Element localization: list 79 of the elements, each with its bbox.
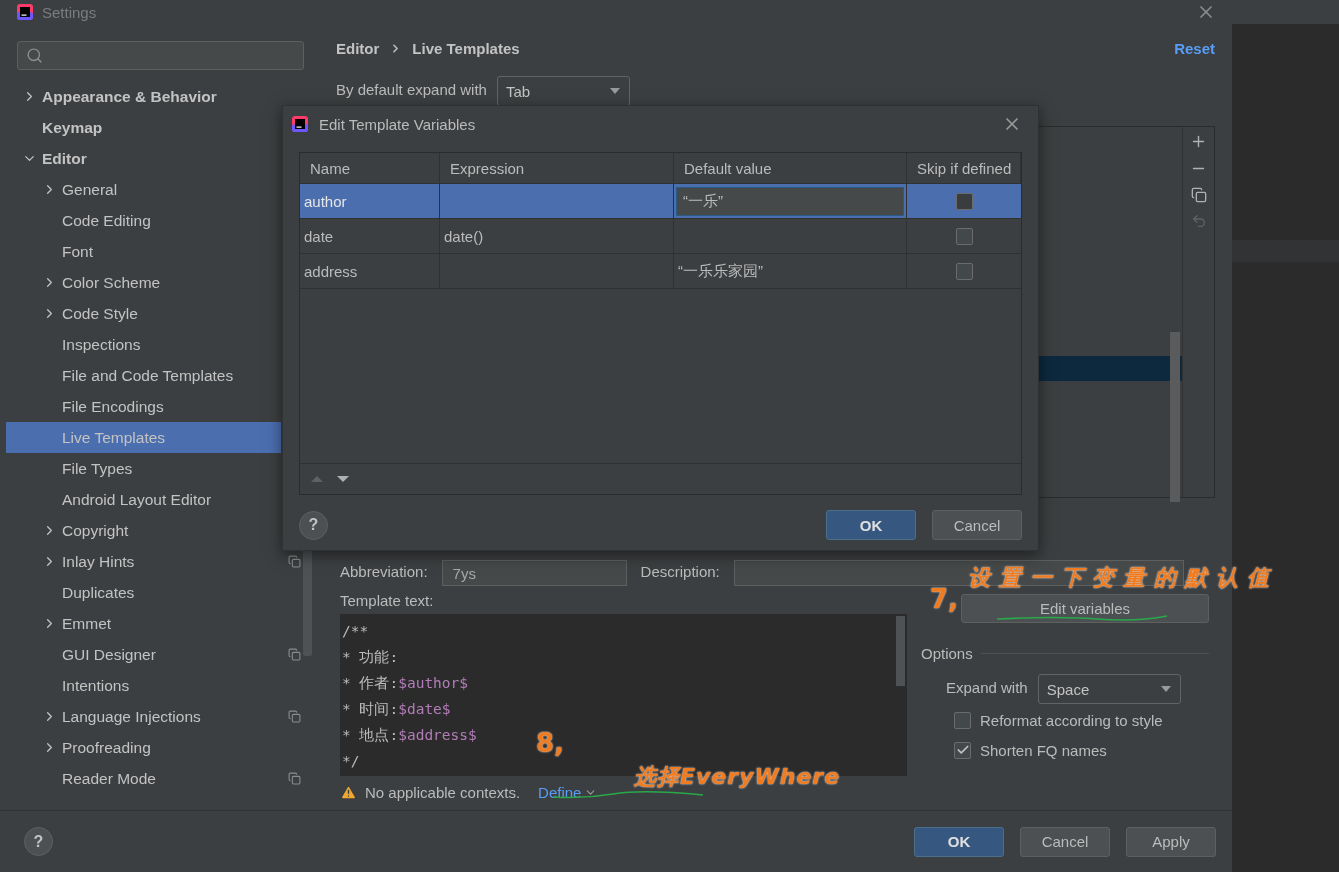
sidebar-item[interactable]: File Types bbox=[6, 453, 281, 484]
breadcrumb-item: Live Templates bbox=[412, 39, 520, 57]
section-title: Options bbox=[921, 645, 973, 662]
field-label: Template text: bbox=[340, 592, 435, 611]
sidebar-item[interactable]: Code Editing bbox=[6, 205, 281, 236]
sidebar-item[interactable]: Editor bbox=[6, 143, 281, 174]
table-row[interactable]: author “一乐” bbox=[300, 184, 1021, 219]
table-row[interactable]: address “一乐乐家园” bbox=[300, 254, 1021, 289]
sidebar-item[interactable]: Inlay Hints bbox=[6, 546, 281, 577]
warning-icon bbox=[340, 783, 357, 801]
annotation-number: 8, bbox=[536, 728, 564, 758]
sidebar-item[interactable]: Inspections bbox=[6, 329, 281, 360]
annotation-text: 设置一下变量的默认值 bbox=[968, 565, 1278, 590]
copy-icon[interactable] bbox=[1190, 187, 1207, 203]
field-label: Expand with bbox=[946, 679, 1028, 698]
sidebar-item[interactable]: GUI Designer bbox=[6, 639, 281, 670]
field-label: Abbreviation: bbox=[340, 563, 428, 582]
add-icon[interactable] bbox=[1190, 133, 1207, 150]
default-value-field[interactable]: “一乐” bbox=[676, 186, 904, 216]
checkbox-label: Shorten FQ names bbox=[980, 741, 1107, 759]
edit-variables-button[interactable]: Edit variables bbox=[961, 594, 1209, 623]
sidebar-item[interactable]: Keymap bbox=[6, 112, 281, 143]
dialog-button[interactable]: Cancel bbox=[1020, 826, 1110, 857]
sidebar-item[interactable]: Emmet bbox=[6, 608, 281, 639]
sidebar-item[interactable]: File Encodings bbox=[6, 391, 281, 422]
table-cell: date bbox=[300, 219, 440, 253]
sidebar-item[interactable]: Font bbox=[6, 236, 281, 267]
checkbox[interactable] bbox=[955, 227, 973, 245]
table-cell: date() bbox=[440, 219, 674, 253]
abbreviation-field[interactable]: 7ys bbox=[441, 560, 627, 586]
checkbox[interactable] bbox=[954, 711, 971, 729]
sidebar-item[interactable]: Reader Mode bbox=[6, 763, 281, 794]
sidebar-item[interactable]: Intentions bbox=[6, 670, 281, 701]
checkbox-label: Reformat according to style bbox=[980, 711, 1163, 729]
table-cell: address bbox=[300, 254, 440, 288]
reset-link[interactable]: Reset bbox=[1174, 39, 1215, 57]
dropdown-caret-icon bbox=[608, 87, 621, 95]
scrollbar-thumb[interactable] bbox=[896, 616, 905, 686]
sidebar-item[interactable]: Appearance & Behavior bbox=[6, 81, 281, 112]
sidebar-item[interactable]: Proofreading bbox=[6, 732, 281, 763]
sidebar-item[interactable]: Duplicates bbox=[6, 577, 281, 608]
dialog-button[interactable]: OK bbox=[914, 826, 1004, 857]
expand-with-dropdown[interactable]: Space bbox=[1037, 674, 1181, 704]
sidebar-item[interactable]: General bbox=[6, 174, 281, 205]
help-button[interactable]: ? bbox=[299, 510, 328, 540]
sidebar-item[interactable]: Copyright bbox=[6, 515, 281, 546]
annotation-number: 7, bbox=[930, 584, 958, 614]
field-label: By default expand with bbox=[336, 81, 487, 100]
move-up-icon[interactable] bbox=[310, 475, 324, 483]
field-label: Description: bbox=[640, 563, 720, 582]
sidebar-item[interactable]: Color Scheme bbox=[6, 267, 281, 298]
warning-text: No applicable contexts. bbox=[365, 783, 521, 801]
table-cell: author bbox=[300, 184, 440, 218]
define-link[interactable]: Define bbox=[538, 783, 598, 801]
move-down-icon[interactable] bbox=[336, 475, 350, 483]
search-icon bbox=[26, 47, 43, 64]
help-button[interactable]: ? bbox=[24, 827, 53, 856]
dialog-button[interactable]: OK bbox=[826, 510, 916, 540]
app-logo-icon bbox=[291, 115, 309, 133]
search-field[interactable] bbox=[17, 41, 304, 70]
sidebar-item[interactable]: Android Layout Editor bbox=[6, 484, 281, 515]
sidebar-item[interactable]: Code Style bbox=[6, 298, 281, 329]
checkbox[interactable] bbox=[954, 741, 971, 759]
sidebar-item[interactable]: File and Code Templates bbox=[6, 360, 281, 391]
table-cell: “一乐乐家园” bbox=[674, 254, 907, 288]
app-logo-icon bbox=[16, 3, 34, 21]
dialog-button[interactable]: Apply bbox=[1126, 826, 1216, 857]
sidebar-item[interactable]: Language Injections bbox=[6, 701, 281, 732]
expand-dropdown[interactable]: Tab bbox=[496, 76, 630, 106]
scrollbar-thumb[interactable] bbox=[1170, 332, 1180, 502]
breadcrumb-item: Editor bbox=[336, 39, 380, 57]
checkbox[interactable] bbox=[955, 262, 973, 280]
undo-icon[interactable] bbox=[1190, 213, 1207, 229]
table-row[interactable]: date date() bbox=[300, 219, 1021, 254]
checkbox[interactable] bbox=[955, 192, 973, 210]
dialog-title: Edit Template Variables bbox=[319, 115, 477, 133]
dialog-button[interactable]: Cancel bbox=[932, 510, 1022, 540]
window-title: Settings bbox=[42, 3, 98, 21]
dropdown-caret-icon bbox=[1159, 685, 1172, 693]
